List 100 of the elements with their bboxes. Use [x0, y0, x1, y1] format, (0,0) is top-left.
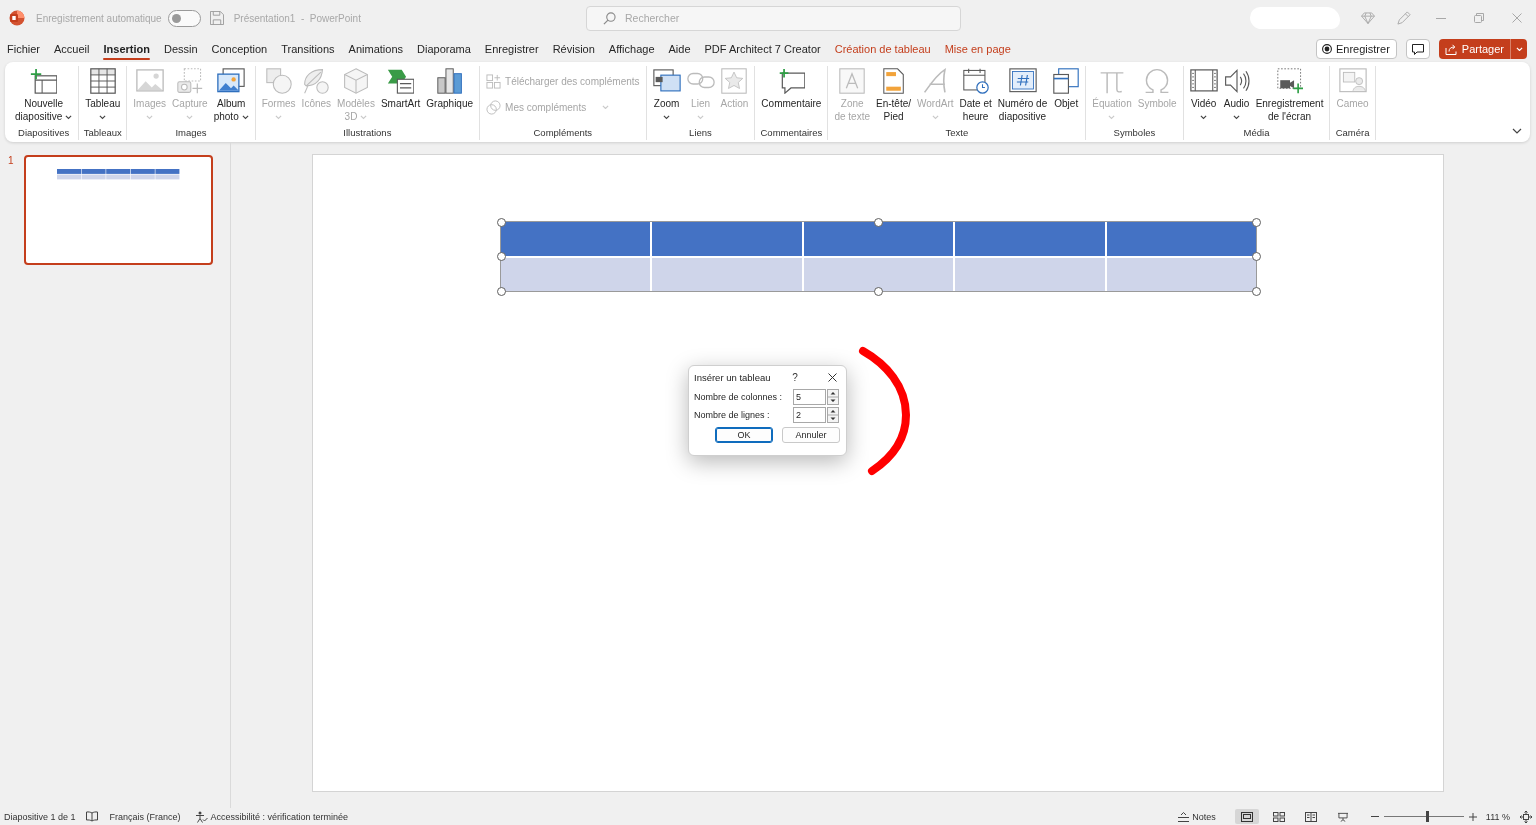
- table-grid-icon: [89, 67, 116, 94]
- film-icon: [1189, 69, 1218, 92]
- record-button[interactable]: Enregistrer: [1316, 39, 1397, 59]
- ribbon-button[interactable]: Objet: [1050, 66, 1083, 110]
- spinner-icon[interactable]: [827, 407, 839, 423]
- slide-plus-icon: [29, 67, 58, 94]
- menu-tab[interactable]: Fichier: [0, 36, 47, 62]
- picture-icon: [135, 69, 164, 92]
- slides-icon: [652, 69, 681, 92]
- menu-tab[interactable]: Animations: [341, 36, 411, 62]
- ribbon-button[interactable]: Enregistrement de l'écran: [1252, 66, 1327, 123]
- camera-plus-icon: [176, 67, 203, 94]
- menu-tab[interactable]: Enregistrer: [477, 36, 546, 62]
- person-check-icon: [194, 810, 208, 823]
- menu-tab[interactable]: Insertion: [96, 36, 157, 62]
- ribbon-button[interactable]: Tableau: [82, 66, 124, 123]
- document-title: Présentation1 - PowerPoint: [233, 12, 361, 24]
- cube-icon: [343, 67, 369, 94]
- grid-plus-icon: [486, 73, 502, 89]
- number-input[interactable]: 5: [793, 389, 826, 405]
- script-letter-icon: [923, 67, 948, 94]
- group-label: Tableaux: [83, 127, 122, 140]
- app-logo-icon[interactable]: [9, 10, 25, 26]
- slide-table[interactable]: [501, 222, 1256, 291]
- ribbon-button[interactable]: Audio: [1220, 66, 1253, 123]
- book-icon[interactable]: [85, 811, 98, 822]
- group-label: Images: [175, 127, 207, 140]
- resize-handle[interactable]: [496, 252, 506, 261]
- dialog-button[interactable]: OK: [715, 427, 773, 443]
- slide-number: 1: [7, 155, 15, 166]
- accessibility-button[interactable]: Accessibilité : vérification terminée: [194, 810, 349, 823]
- calendar-clock-icon: [962, 67, 989, 94]
- record-icon: [1322, 44, 1332, 54]
- resize-handle[interactable]: [1251, 217, 1261, 227]
- ribbon-button[interactable]: En-tête/ Pied: [873, 66, 914, 123]
- slide-thumbnail[interactable]: [24, 155, 213, 265]
- ribbon-button[interactable]: Numéro de diapositive: [994, 66, 1051, 123]
- menu-tab[interactable]: Révision: [545, 36, 602, 62]
- ribbon-button[interactable]: Vidéo: [1186, 66, 1221, 123]
- view-button[interactable]: [1234, 809, 1259, 824]
- field-label: Nombre de colonnes :: [694, 392, 784, 402]
- resize-handle[interactable]: [496, 217, 506, 227]
- ribbon-button[interactable]: SmartArt: [377, 66, 424, 110]
- menu-tab[interactable]: Accueil: [47, 36, 97, 62]
- diagram-icon: [386, 67, 415, 94]
- spinner-icon[interactable]: [827, 389, 839, 405]
- search-icon: [603, 11, 616, 25]
- resize-handle[interactable]: [1251, 252, 1261, 261]
- resize-handle[interactable]: [874, 286, 883, 296]
- resize-handle[interactable]: [1251, 286, 1261, 296]
- zoom-in-icon[interactable]: [1468, 812, 1477, 821]
- close-icon[interactable]: [828, 372, 837, 382]
- slider-thumb[interactable]: [1425, 811, 1429, 822]
- text-box-icon: [839, 67, 866, 94]
- circles-icon: [486, 99, 502, 115]
- menu-tab[interactable]: Diaporama: [410, 36, 478, 62]
- autosave-label: Enregistrement automatique: [36, 12, 162, 24]
- dialog-button[interactable]: Annuler: [782, 427, 840, 443]
- window-icon: [1053, 67, 1080, 94]
- menu-tab[interactable]: Conception: [204, 36, 275, 62]
- menu-tab[interactable]: PDF Architect 7 Creator: [697, 36, 828, 62]
- zoom-level[interactable]: 111 %: [1485, 811, 1510, 822]
- language-button[interactable]: Français (France): [109, 811, 181, 822]
- share-button[interactable]: Partager: [1438, 39, 1510, 59]
- resize-handle[interactable]: [874, 217, 883, 227]
- speech-bubble-icon: [1411, 43, 1424, 55]
- menu-tab[interactable]: Création de tableau: [827, 36, 938, 62]
- comments-button[interactable]: [1405, 39, 1430, 59]
- group-label: Diapositives: [18, 127, 70, 140]
- dialog-title: Insérer un tableau: [694, 371, 772, 383]
- bar-chart-icon: [436, 67, 463, 94]
- chevron-down-icon[interactable]: [1512, 128, 1522, 134]
- menu-tab[interactable]: Transitions: [274, 36, 342, 62]
- ribbon-button[interactable]: Date et heure: [956, 66, 995, 123]
- share-menu-button[interactable]: [1510, 39, 1527, 59]
- menu-tab[interactable]: Aide: [661, 36, 698, 62]
- group-label: Symboles: [1113, 127, 1156, 140]
- group-label: Illustrations: [343, 127, 392, 140]
- caret-icon: [1515, 46, 1523, 52]
- ribbon-button[interactable]: Commentaire: [758, 66, 825, 110]
- menu-tab[interactable]: Dessin: [156, 36, 205, 62]
- autosave-toggle[interactable]: [167, 9, 201, 27]
- ribbon-button[interactable]: Zoom: [649, 66, 684, 123]
- notes-button[interactable]: Notes: [1178, 811, 1216, 822]
- number-input[interactable]: 2: [793, 407, 826, 423]
- menu-tab[interactable]: Mise en page: [937, 36, 1018, 62]
- resize-handle[interactable]: [496, 286, 506, 296]
- ribbon-button[interactable]: Graphique: [423, 66, 477, 110]
- field-label: Nombre de lignes :: [694, 410, 771, 420]
- search-field[interactable]: Rechercher: [586, 5, 961, 31]
- share-icon: [1444, 43, 1457, 55]
- ribbon-button[interactable]: Nouvelle diapositive: [12, 66, 76, 123]
- leaf-icon: [303, 67, 330, 94]
- open-book-icon: [1304, 811, 1317, 822]
- notes-icon: [1178, 811, 1190, 822]
- screen-record-icon: [1276, 67, 1303, 94]
- ribbon-button[interactable]: Album photo: [210, 66, 252, 123]
- help-button[interactable]: ?: [791, 371, 799, 383]
- menu-tab[interactable]: Affichage: [601, 36, 662, 62]
- fit-to-window-icon[interactable]: [1520, 810, 1532, 823]
